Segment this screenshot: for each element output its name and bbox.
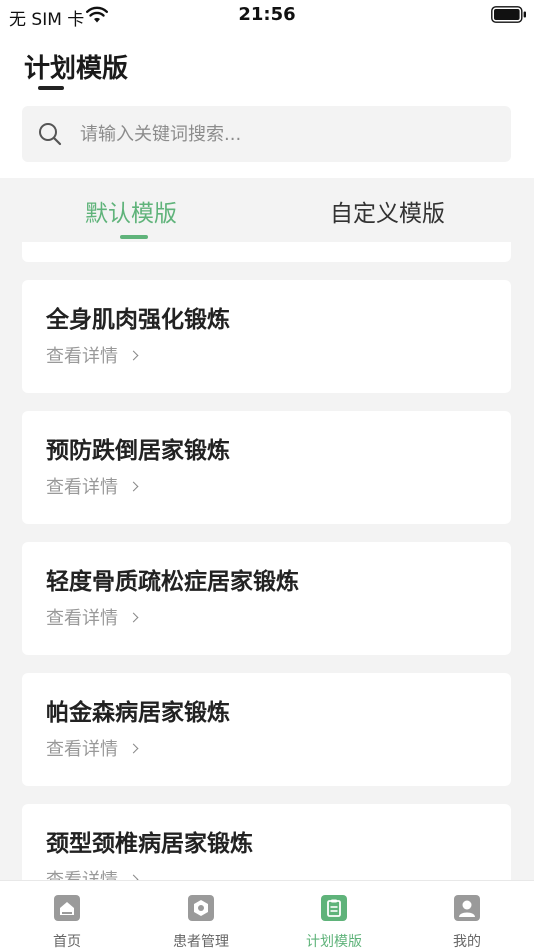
tabbar-item-home[interactable]: 首页: [0, 881, 134, 950]
active-tab-indicator: [120, 235, 148, 239]
template-card-partial[interactable]: [22, 242, 511, 262]
template-card[interactable]: 轻度骨质疏松症居家锻炼 查看详情: [22, 542, 511, 655]
template-card[interactable]: 全身肌肉强化锻炼 查看详情: [22, 280, 511, 393]
clock: 21:56: [238, 4, 296, 25]
user-icon: [454, 895, 480, 921]
template-title: 帕金森病居家锻炼: [46, 700, 230, 726]
chevron-right-icon: [128, 743, 139, 754]
template-title: 颈型颈椎病居家锻炼: [46, 831, 253, 857]
template-title: 轻度骨质疏松症居家锻炼: [46, 569, 299, 595]
view-details-link[interactable]: 查看详情: [46, 866, 139, 880]
tabbar-label: 计划模版: [306, 934, 362, 950]
view-details-link[interactable]: 查看详情: [46, 342, 139, 368]
tabbar-item-plan-templates[interactable]: 计划模版: [267, 881, 401, 950]
template-card[interactable]: 帕金森病居家锻炼 查看详情: [22, 673, 511, 786]
view-details-link[interactable]: 查看详情: [46, 473, 139, 499]
title-underline: [38, 86, 64, 90]
page-title: 计划模版: [24, 54, 129, 84]
clipboard-icon: [321, 895, 347, 921]
bottom-tab-bar: 首页 患者管理 计划模版 我的: [0, 880, 534, 950]
tabbar-item-patient-management[interactable]: 患者管理: [134, 881, 268, 950]
tab-custom-templates[interactable]: 自定义模版: [330, 194, 445, 228]
tabbar-label: 我的: [453, 934, 481, 950]
status-bar: 无 SIM 卡 21:56: [0, 0, 534, 32]
tabbar-label: 首页: [53, 934, 81, 950]
search-box[interactable]: [22, 106, 511, 162]
template-card[interactable]: 颈型颈椎病居家锻炼 查看详情: [22, 804, 511, 880]
chevron-right-icon: [128, 481, 139, 492]
template-card[interactable]: 预防跌倒居家锻炼 查看详情: [22, 411, 511, 524]
chevron-right-icon: [128, 350, 139, 361]
view-details-label: 查看详情: [46, 870, 118, 880]
battery-icon: [491, 6, 526, 23]
view-details-label: 查看详情: [46, 346, 118, 367]
template-title: 预防跌倒居家锻炼: [46, 438, 230, 464]
tabbar-item-mine[interactable]: 我的: [400, 881, 534, 950]
view-details-label: 查看详情: [46, 477, 118, 498]
template-title: 全身肌肉强化锻炼: [46, 307, 230, 333]
view-details-link[interactable]: 查看详情: [46, 735, 139, 761]
tabbar-label: 患者管理: [173, 934, 229, 950]
chevron-right-icon: [128, 612, 139, 623]
search-input[interactable]: [80, 106, 480, 162]
header-area: 无 SIM 卡 21:56 计划模版: [0, 0, 534, 178]
home-icon: [54, 895, 80, 921]
template-tabs: 默认模版 自定义模版: [0, 178, 534, 242]
view-details-label: 查看详情: [46, 739, 118, 760]
search-icon: [39, 123, 62, 146]
view-details-label: 查看详情: [46, 608, 118, 629]
tab-default-templates[interactable]: 默认模版: [85, 194, 177, 228]
template-list[interactable]: 全身肌肉强化锻炼 查看详情 预防跌倒居家锻炼 查看详情 轻度骨质疏松症居家锻炼 …: [0, 242, 534, 880]
patient-management-icon: [188, 895, 214, 921]
view-details-link[interactable]: 查看详情: [46, 604, 139, 630]
